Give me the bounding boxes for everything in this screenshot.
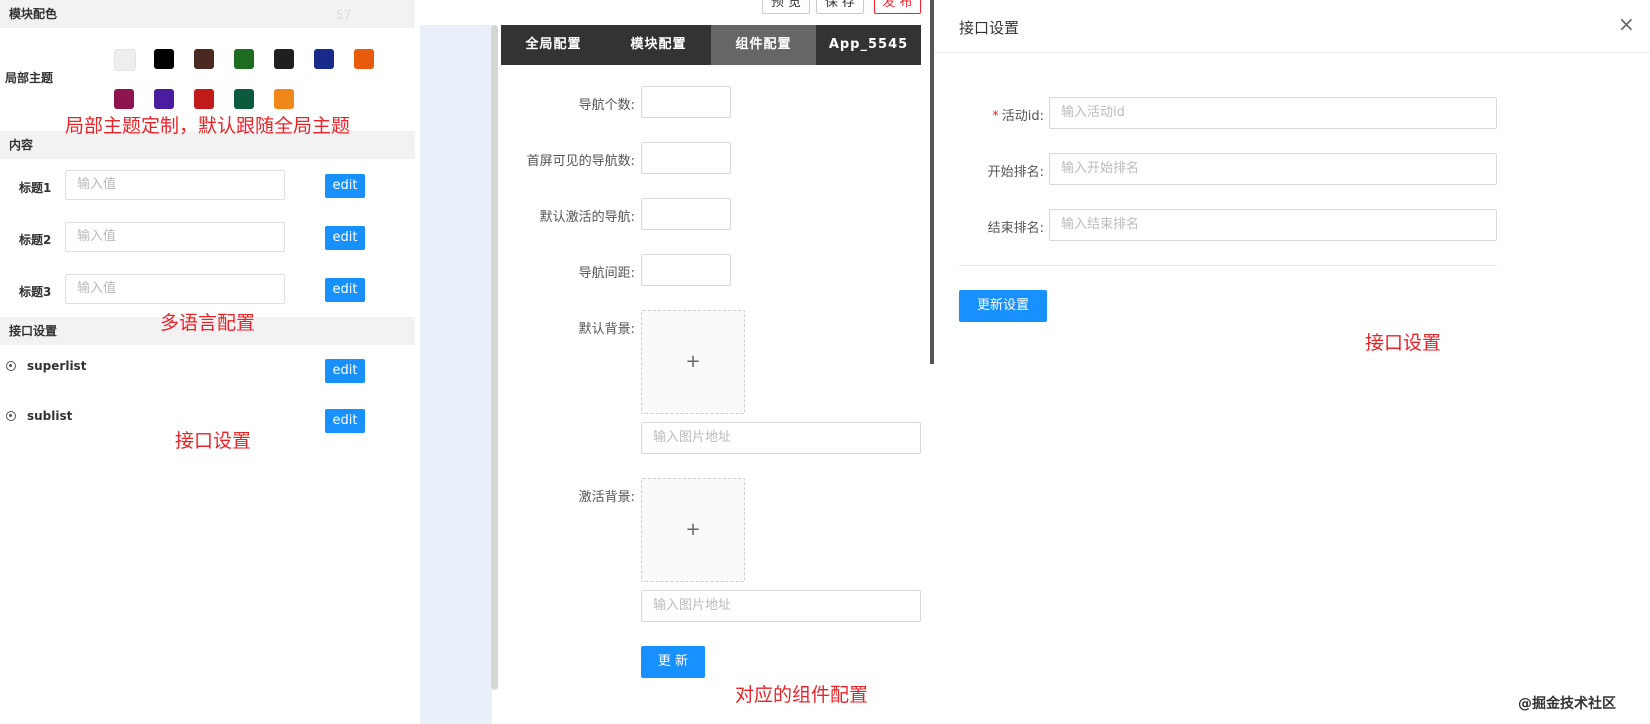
update-component-button[interactable]: 更 新 bbox=[641, 646, 705, 678]
tab-global-config[interactable]: 全局配置 bbox=[501, 25, 606, 65]
api-sublist-label: sublist bbox=[27, 409, 73, 423]
field-label-title3: 标题3 bbox=[19, 285, 52, 299]
config-tabs: 全局配置 模块配置 组件配置 App_5545 bbox=[501, 25, 921, 65]
theme-swatch[interactable] bbox=[354, 49, 374, 69]
update-settings-button[interactable]: 更新设置 bbox=[959, 290, 1047, 322]
form-divider bbox=[959, 265, 1497, 266]
faded-number: 57 bbox=[336, 8, 352, 22]
default-active-nav-input[interactable] bbox=[641, 198, 731, 230]
drawer-title: 接口设置 bbox=[959, 19, 1020, 37]
left-config-panel: 模块配色 57 局部主题 内容 标题1 输入值 edit 标题2 输入值 edi… bbox=[0, 0, 415, 724]
local-theme-label: 局部主题 bbox=[5, 71, 54, 85]
watermark: @掘金技术社区 bbox=[1518, 696, 1616, 712]
theme-swatch[interactable] bbox=[114, 89, 134, 109]
content-title: 内容 bbox=[9, 138, 34, 152]
nav-spacing-input[interactable] bbox=[641, 254, 731, 286]
title2-input[interactable]: 输入值 bbox=[65, 222, 285, 252]
field-label-title1: 标题1 bbox=[19, 181, 52, 195]
theme-swatch[interactable] bbox=[114, 49, 136, 71]
gear-icon bbox=[6, 361, 16, 371]
gear-icon bbox=[6, 411, 16, 421]
superlist-edit-button[interactable]: edit bbox=[325, 359, 365, 383]
first-screen-nav-input[interactable] bbox=[641, 142, 731, 174]
default-active-nav-label: 默认激活的导航: bbox=[539, 210, 635, 225]
plus-icon: + bbox=[685, 351, 701, 372]
active-bg-label: 激活背景: bbox=[578, 490, 635, 505]
drawer-header-divider bbox=[934, 52, 1650, 53]
preview-button[interactable]: 预 览 bbox=[762, 0, 810, 14]
theme-swatch[interactable] bbox=[274, 49, 294, 69]
first-screen-nav-label: 首屏可见的导航数: bbox=[526, 154, 635, 169]
default-bg-label: 默认背景: bbox=[578, 322, 635, 337]
theme-swatch[interactable] bbox=[274, 89, 294, 109]
component-annotation: 对应的组件配置 bbox=[735, 684, 869, 706]
field-label-title2: 标题2 bbox=[19, 233, 52, 247]
required-mark: * bbox=[992, 109, 999, 124]
publish-button[interactable]: 发 布 bbox=[874, 0, 921, 14]
canvas-scrollbar[interactable] bbox=[491, 25, 498, 690]
activity-id-label-text: 活动id: bbox=[1001, 109, 1044, 124]
theme-swatch[interactable] bbox=[194, 49, 214, 69]
theme-swatch[interactable] bbox=[154, 49, 174, 69]
plus-icon: + bbox=[685, 519, 701, 540]
activity-id-input[interactable]: 输入活动id bbox=[1049, 97, 1497, 129]
nav-spacing-label: 导航间距: bbox=[578, 266, 635, 281]
save-button[interactable]: 保 存 bbox=[816, 0, 864, 14]
theme-swatch[interactable] bbox=[234, 89, 254, 109]
active-bg-uploader[interactable]: + bbox=[641, 478, 745, 582]
title1-input[interactable]: 输入值 bbox=[65, 170, 285, 200]
theme-swatch[interactable] bbox=[194, 89, 214, 109]
tab-component-config[interactable]: 组件配置 bbox=[711, 25, 816, 65]
theme-swatch[interactable] bbox=[154, 89, 174, 109]
title2-edit-button[interactable]: edit bbox=[325, 226, 365, 250]
theme-swatch[interactable] bbox=[234, 49, 254, 69]
title1-edit-button[interactable]: edit bbox=[325, 174, 365, 198]
sublist-edit-button[interactable]: edit bbox=[325, 409, 365, 433]
start-rank-input[interactable]: 输入开始排名 bbox=[1049, 153, 1497, 185]
canvas-background bbox=[420, 25, 492, 724]
nav-count-input[interactable] bbox=[641, 86, 731, 118]
end-rank-input[interactable]: 输入结束排名 bbox=[1049, 209, 1497, 241]
module-color-title: 模块配色 bbox=[9, 7, 58, 21]
language-annotation: 多语言配置 bbox=[160, 312, 256, 334]
module-color-header: 模块配色 bbox=[0, 0, 415, 28]
api-superlist-label: superlist bbox=[27, 359, 87, 373]
api-annotation-left: 接口设置 bbox=[175, 430, 252, 452]
end-rank-label: 结束排名: bbox=[987, 221, 1044, 236]
close-icon[interactable]: × bbox=[1618, 14, 1635, 34]
tab-app[interactable]: App_5545 bbox=[816, 25, 921, 65]
active-bg-url-input[interactable]: 输入图片地址 bbox=[641, 590, 921, 622]
theme-annotation: 局部主题定制，默认跟随全局主题 bbox=[65, 115, 351, 137]
default-bg-uploader[interactable]: + bbox=[641, 310, 745, 414]
title3-edit-button[interactable]: edit bbox=[325, 278, 365, 302]
theme-swatch[interactable] bbox=[314, 49, 334, 69]
start-rank-label: 开始排名: bbox=[987, 165, 1044, 180]
api-annotation-right: 接口设置 bbox=[1365, 332, 1442, 354]
activity-id-label: * 活动id: bbox=[954, 105, 1044, 124]
api-settings-title: 接口设置 bbox=[9, 324, 58, 338]
default-bg-url-input[interactable]: 输入图片地址 bbox=[641, 422, 921, 454]
tab-module-config[interactable]: 模块配置 bbox=[606, 25, 711, 65]
title3-input[interactable]: 输入值 bbox=[65, 274, 285, 304]
nav-count-label: 导航个数: bbox=[578, 98, 635, 113]
